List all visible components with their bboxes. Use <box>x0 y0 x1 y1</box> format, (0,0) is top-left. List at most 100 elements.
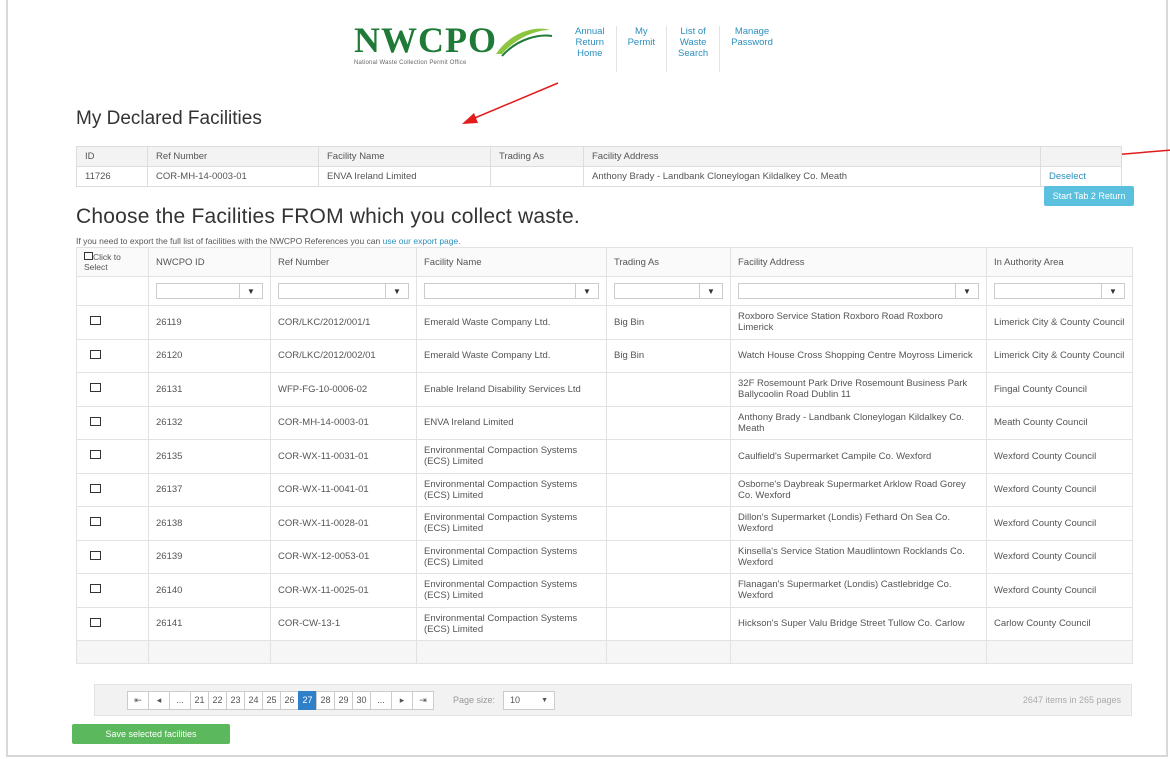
row-select-checkbox[interactable] <box>90 483 101 493</box>
cell-authority: Limerick City & County Council <box>986 305 1133 340</box>
cell-address: Anthony Brady - Landbank Cloneylogan Kil… <box>730 405 987 440</box>
table-row: 26137 COR-WX-11-0041-01 Environmental Comp… <box>76 472 1133 507</box>
start-tab2-return-button[interactable]: Start Tab 2 Return <box>1044 186 1134 206</box>
cell-name: Emerald Waste Company Ltd. <box>416 338 607 373</box>
filter-facility-name[interactable]: ▼ <box>424 283 599 299</box>
page-size-select[interactable]: 10 ▼ <box>503 690 556 710</box>
cell-address: Watch House Cross Shopping Centre Moyros… <box>730 338 987 373</box>
cell-id: 26131 <box>148 372 271 407</box>
row-select-checkbox[interactable] <box>90 383 101 393</box>
deselect-link[interactable]: Deselect <box>1040 166 1122 187</box>
next-page-button[interactable]: ▸ <box>391 690 413 710</box>
save-selected-facilities-button[interactable]: Save selected facilities <box>72 724 230 744</box>
nav-my-permit[interactable]: My Permit <box>617 26 668 72</box>
filter-input[interactable] <box>157 284 239 298</box>
nav-list-of-waste-search[interactable]: List of Waste Search <box>667 26 721 72</box>
page-button[interactable]: 23 <box>226 690 245 710</box>
declared-facilities-table: ID Ref Number Facility Name Trading As F… <box>76 146 1122 187</box>
cell-id: 26139 <box>148 539 271 574</box>
logo-swoosh-icon <box>496 28 553 57</box>
col-trading-as[interactable]: Trading As <box>606 247 731 277</box>
row-select-checkbox[interactable] <box>90 316 101 326</box>
filter-icon[interactable]: ▼ <box>699 284 722 298</box>
filter-input[interactable] <box>279 284 385 298</box>
cell-id: 26119 <box>148 305 271 340</box>
table-row: 26135 COR-WX-11-0031-01 Environmental Comp… <box>76 439 1133 474</box>
col-facility-address[interactable]: Facility Address <box>730 247 987 277</box>
cell-trading <box>606 606 731 641</box>
col-facility-address: Facility Address <box>583 146 1041 167</box>
col-facility-name[interactable]: Facility Name <box>416 247 607 277</box>
cell-trading <box>606 573 731 608</box>
first-page-button[interactable]: ⇤ <box>127 690 149 710</box>
row-select-checkbox[interactable] <box>90 517 101 527</box>
filter-nwcpo-id[interactable]: ▼ <box>156 283 263 299</box>
table-row: 26120 COR/LKC/2012/002/01 Emerald Waste Co… <box>76 338 1133 373</box>
filter-trading-as[interactable]: ▼ <box>614 283 723 299</box>
page-button[interactable]: 21 <box>190 690 209 710</box>
nwcpo-logo[interactable]: NWCPO National Waste Collection Permit O… <box>354 22 554 72</box>
facilities-grid: Click to Select NWCPO ID Ref Number Faci… <box>76 247 1133 664</box>
cell-authority: Wexford County Council <box>986 472 1133 507</box>
page-button[interactable]: 29 <box>334 690 353 710</box>
page-button[interactable]: 26 <box>280 690 299 710</box>
nav-annual-return-home[interactable]: Annual Return Home <box>564 26 617 72</box>
row-select-checkbox[interactable] <box>90 617 101 627</box>
row-select-checkbox[interactable] <box>90 450 101 460</box>
row-select-checkbox[interactable] <box>90 550 101 560</box>
cell-ref: COR-WX-11-0041-01 <box>270 472 417 507</box>
filter-authority-area[interactable]: ▼ <box>994 283 1125 299</box>
row-select-checkbox[interactable] <box>90 349 101 359</box>
filter-icon[interactable]: ▼ <box>385 284 408 298</box>
page-button[interactable]: 24 <box>244 690 263 710</box>
filter-icon[interactable]: ▼ <box>955 284 978 298</box>
page-button[interactable]: 28 <box>316 690 335 710</box>
col-select[interactable]: Click to Select <box>76 247 149 277</box>
cell-trading <box>606 472 731 507</box>
cell-address: Caulfield's Supermarket Campile Co. Wexf… <box>730 439 987 474</box>
cell-name: Environmental Compaction Systems (ECS) L… <box>416 439 607 474</box>
cell-name: Environmental Compaction Systems (ECS) L… <box>416 573 607 608</box>
filter-icon[interactable]: ▼ <box>575 284 598 298</box>
col-authority-area[interactable]: In Authority Area <box>986 247 1133 277</box>
page-button[interactable]: 30 <box>352 690 371 710</box>
col-id: ID <box>76 146 148 167</box>
col-trading-as: Trading As <box>490 146 584 167</box>
cell-authority: Fingal County Council <box>986 372 1133 407</box>
page-button[interactable]: 27 <box>298 690 317 710</box>
table-row: 26119 COR/LKC/2012/001/1 Emerald Waste Com… <box>76 305 1133 340</box>
table-row: 26138 COR-WX-11-0028-01 Environmental Comp… <box>76 506 1133 541</box>
ellipsis-next-button[interactable]: ... <box>370 690 392 710</box>
last-page-button[interactable]: ⇥ <box>412 690 434 710</box>
cell-address: Osborne's Daybreak Supermarket Arklow Ro… <box>730 472 987 507</box>
cell-trading <box>606 539 731 574</box>
ellipsis-prev-button[interactable]: ... <box>169 690 191 710</box>
prev-page-button[interactable]: ◂ <box>148 690 170 710</box>
row-select-checkbox[interactable] <box>90 416 101 426</box>
col-nwcpo-id[interactable]: NWCPO ID <box>148 247 271 277</box>
row-select-checkbox[interactable] <box>90 584 101 594</box>
page-button[interactable]: 25 <box>262 690 281 710</box>
filter-ref-number[interactable]: ▼ <box>278 283 409 299</box>
nav-manage-password[interactable]: Manage Password <box>720 26 784 72</box>
filter-input[interactable] <box>995 284 1101 298</box>
filter-input[interactable] <box>739 284 955 298</box>
cell-id: 26120 <box>148 338 271 373</box>
cell-authority: Wexford County Council <box>986 439 1133 474</box>
choose-title: Choose the Facilities FROM which you col… <box>76 205 580 228</box>
filter-input[interactable] <box>425 284 575 298</box>
cell-trading <box>606 506 731 541</box>
cell-address: 32F Rosemount Park Drive Rosemount Busin… <box>730 372 987 407</box>
export-page-link[interactable]: use our export page. <box>383 236 461 246</box>
cell-name: Environmental Compaction Systems (ECS) L… <box>416 606 607 641</box>
cell-trading <box>606 439 731 474</box>
cell-ref: COR-WX-12-0053-01 <box>270 539 417 574</box>
filter-icon[interactable]: ▼ <box>239 284 262 298</box>
filter-input[interactable] <box>615 284 699 298</box>
col-ref-number[interactable]: Ref Number <box>270 247 417 277</box>
page-button[interactable]: 22 <box>208 690 227 710</box>
cell-authority: Wexford County Council <box>986 506 1133 541</box>
filter-icon[interactable]: ▼ <box>1101 284 1124 298</box>
select-all-checkbox[interactable] <box>84 252 93 260</box>
filter-facility-address[interactable]: ▼ <box>738 283 979 299</box>
